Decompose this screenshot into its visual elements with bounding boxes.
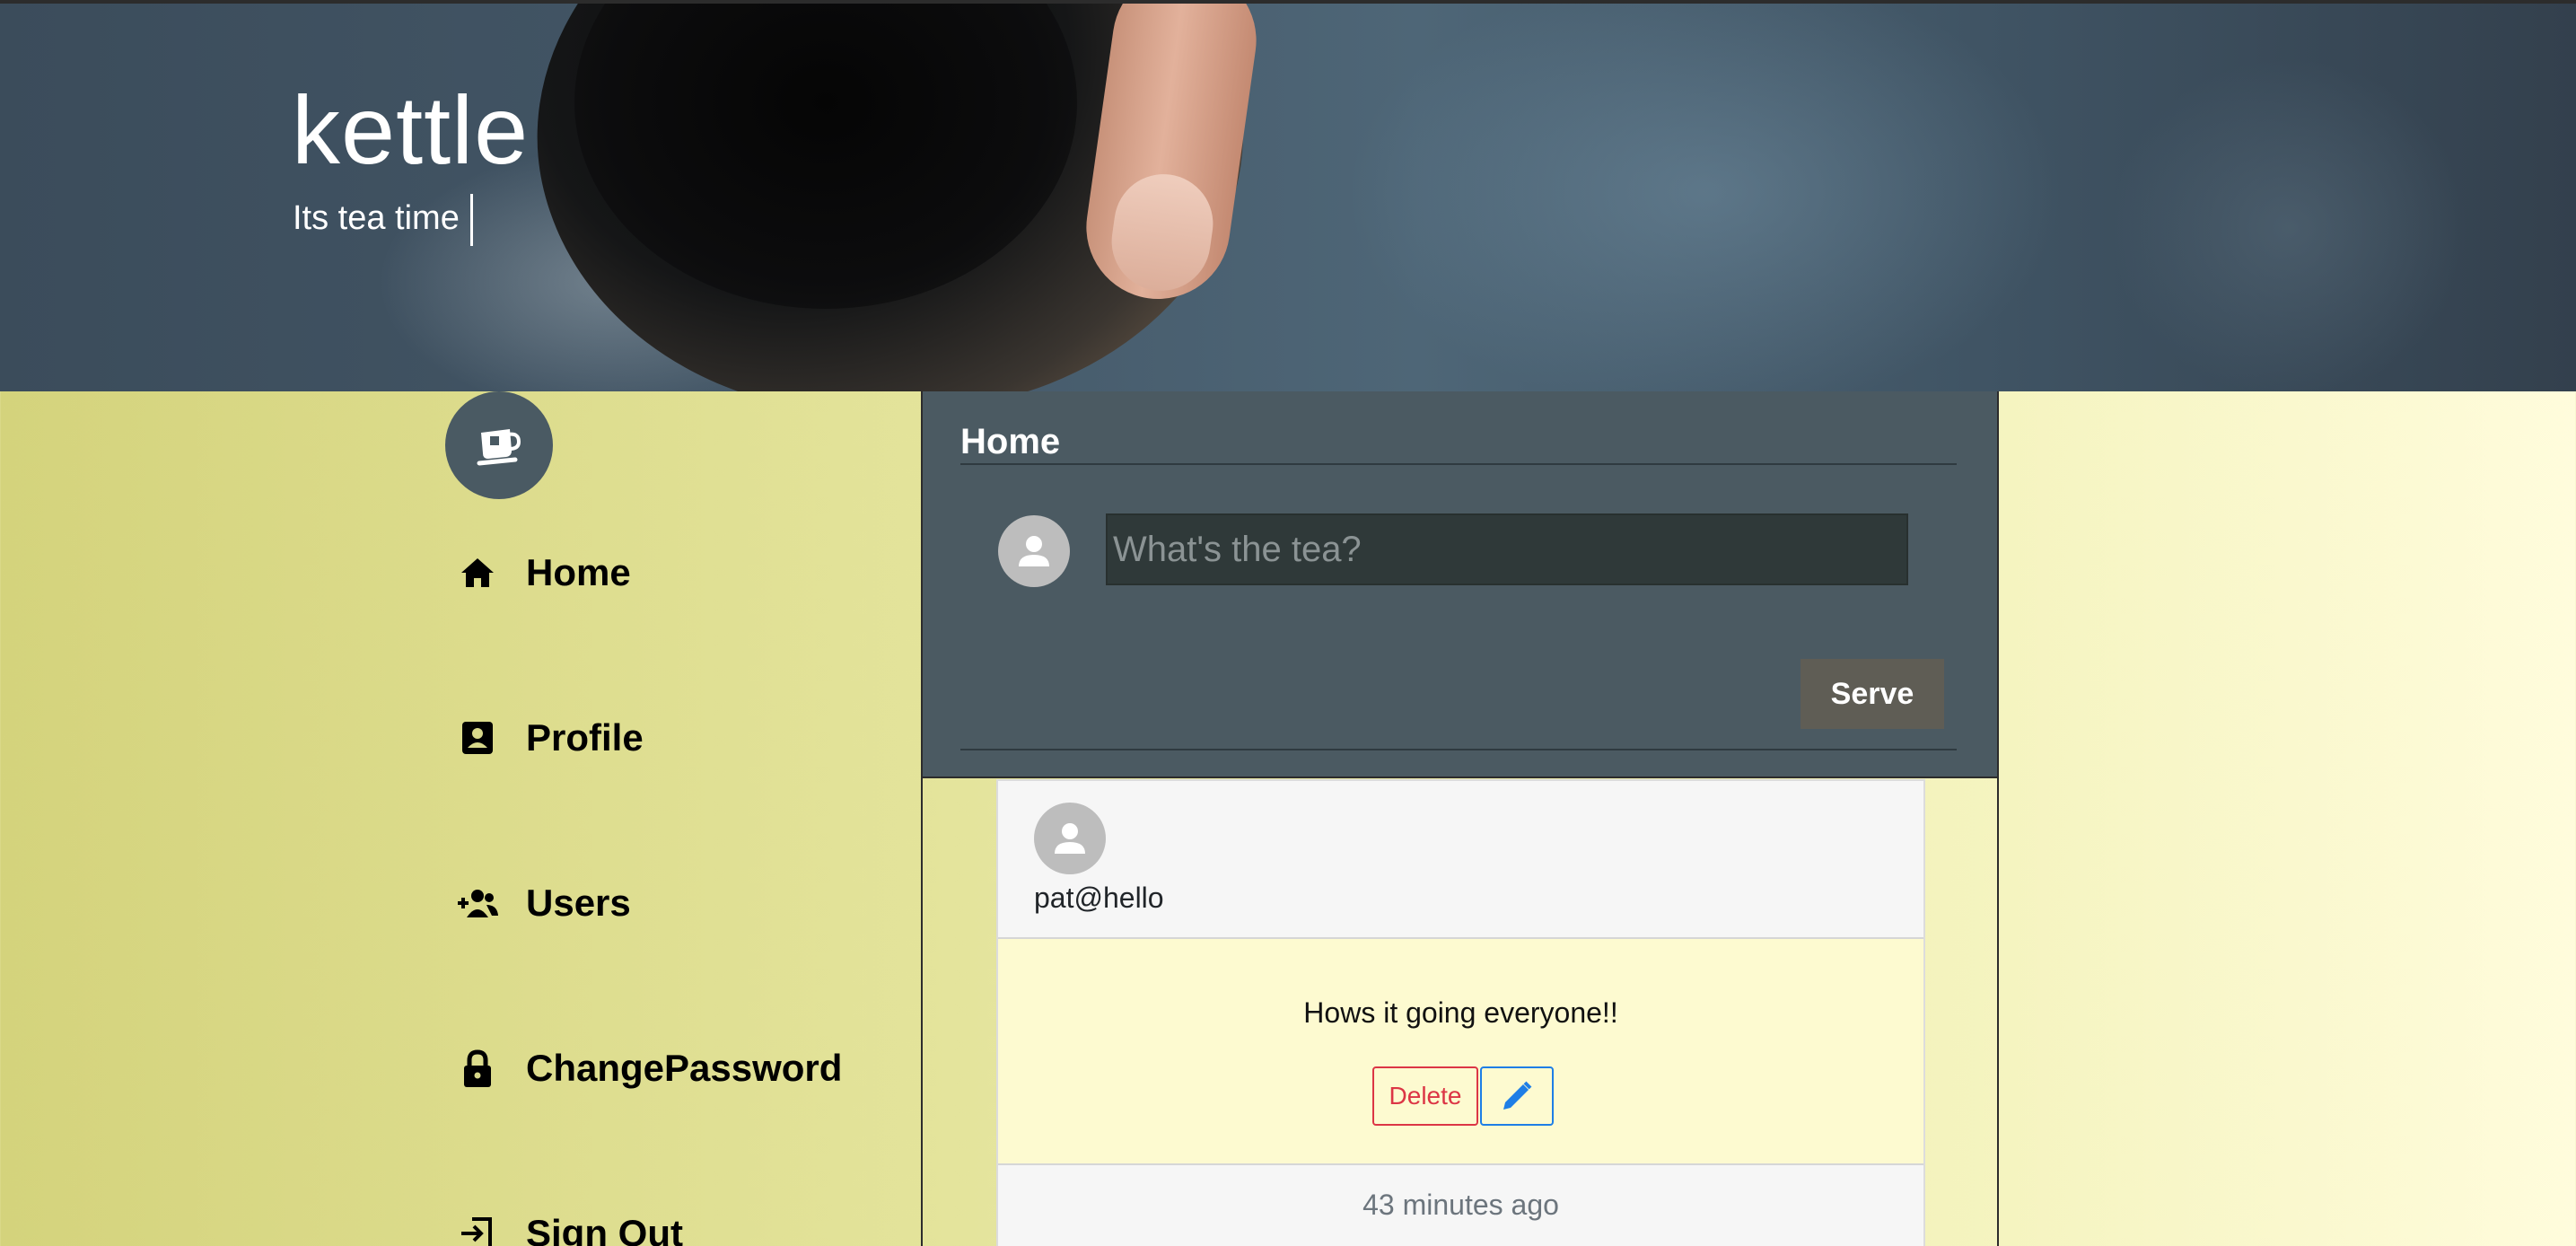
sign-out-icon <box>456 1212 499 1246</box>
delete-button[interactable]: Delete <box>1372 1066 1478 1126</box>
post-text: Hows it going everyone!! <box>1303 996 1618 1029</box>
post-composer: Home Serve <box>923 391 1997 778</box>
post-author-avatar[interactable] <box>1034 803 1106 874</box>
hero-background-glow <box>1346 4 2064 391</box>
user-silhouette-icon <box>1019 536 1049 566</box>
post-card: pat@hello Hows it going everyone!! Delet… <box>996 779 1925 1246</box>
sidebar-item-home[interactable]: Home <box>456 551 631 594</box>
main-content: Home Serve pat@hello Hows it going every… <box>921 391 1999 1246</box>
teacup-logo-icon[interactable] <box>445 391 553 499</box>
sidebar-item-label: Sign Out <box>526 1212 683 1246</box>
tea-input[interactable] <box>1106 513 1908 585</box>
site-title: kettle <box>292 75 530 184</box>
pencil-icon <box>1503 1081 1532 1110</box>
sidebar-item-change-password[interactable]: ChangePassword <box>456 1047 842 1090</box>
page-title: Home <box>960 422 1061 461</box>
user-silhouette-icon <box>1055 823 1085 854</box>
edit-button[interactable] <box>1480 1066 1554 1126</box>
sidebar-item-users[interactable]: Users <box>456 882 631 925</box>
typing-caret <box>469 194 473 246</box>
lock-icon <box>456 1047 499 1090</box>
post-author[interactable]: pat@hello <box>1034 882 1164 915</box>
post-footer: 43 minutes ago <box>998 1163 1923 1246</box>
divider <box>960 749 1957 750</box>
composer-avatar <box>998 515 1070 587</box>
serve-button[interactable]: Serve <box>1801 659 1944 729</box>
hero-background-glow <box>2109 57 2468 391</box>
home-icon <box>456 551 499 594</box>
divider <box>960 463 1957 465</box>
hero-banner: kettle Its tea time <box>0 0 2576 391</box>
user-add-icon <box>456 882 499 925</box>
site-subtitle: Its tea time <box>293 194 473 246</box>
sidebar-item-label: ChangePassword <box>526 1047 843 1089</box>
post-header: pat@hello <box>998 781 1923 939</box>
profile-badge-icon <box>456 716 499 759</box>
sidebar-item-sign-out[interactable]: Sign Out <box>456 1212 683 1246</box>
sidebar-item-label: Profile <box>526 716 644 759</box>
post-timestamp: 43 minutes ago <box>1362 1189 1559 1221</box>
site-subtitle-text: Its tea time <box>293 199 460 238</box>
sidebar-item-profile[interactable]: Profile <box>456 716 644 759</box>
sidebar-item-label: Users <box>526 882 631 924</box>
post-body: Hows it going everyone!! Delete <box>998 939 1923 1163</box>
sidebar-item-label: Home <box>526 551 631 593</box>
